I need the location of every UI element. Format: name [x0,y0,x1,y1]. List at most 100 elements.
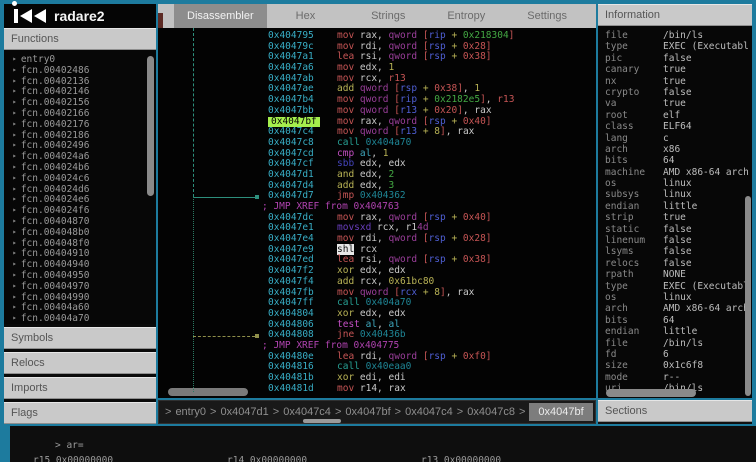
info-row: size 0x1c6f8 [605,360,704,372]
jump-line-vertical-lower [193,196,194,392]
function-bullet-icon: ‣ [12,173,17,183]
breadcrumb-item[interactable]: 0x4047bf [345,406,390,418]
breadcrumb-item[interactable]: 0x4047d1 [220,406,268,418]
sections-panel: Sections [598,400,752,424]
info-scrollbar-v-thumb[interactable] [745,196,751,396]
information-panel-header[interactable]: Information [598,4,752,26]
tab-disassembler[interactable]: Disassembler [174,4,267,28]
disassembly-panel: 0x404795 mov rax, qword [rip + 0x218304] 0… [158,28,596,398]
jump-arrowhead-solid [255,194,259,199]
breadcrumb-separator: > [518,406,526,418]
console-prompt: > ar= [55,440,84,451]
left-sidebar: radare2 Functions ‣ entry0 ‣ fcn.00402486 ‣ f… [4,1,156,424]
info-row: nx true [605,75,686,87]
functions-panel-header[interactable]: Functions [4,28,156,50]
breadcrumb-item[interactable]: 0x4047c4 [405,406,453,418]
tabbar-edge-strip [158,13,163,28]
radare2-logo-icon [12,1,46,23]
info-row: strip true [605,212,686,224]
function-bullet-icon: ‣ [12,162,17,172]
disasm-address[interactable]: 0x404804 [268,308,314,320]
disasm-address[interactable]: 0x4047c8 [268,137,314,149]
info-scrollbar-h-thumb[interactable] [606,389,696,397]
function-bullet-icon: ‣ [12,55,17,64]
jump-line-horizontal-dashed [193,335,255,337]
function-bullet-icon: ‣ [12,130,17,140]
info-row: lang c [605,132,669,144]
function-bullet-icon: ‣ [12,281,17,291]
function-bullet-icon: ‣ [12,206,17,216]
info-row: type EXEC (Executabl [605,41,749,53]
info-row: os linux [605,178,692,190]
breadcrumb-hscrollbar-thumb[interactable] [303,419,341,423]
function-bullet-icon: ‣ [12,76,17,86]
info-row: endian little [605,200,698,212]
function-bullet-icon: ‣ [12,65,17,75]
function-bullet-icon: ‣ [12,249,17,259]
breadcrumb-separator: > [210,406,217,418]
function-bullet-icon: ‣ [12,303,17,313]
console[interactable]: > ar= r15 0x00000000 r14 0x00000000 r13 0x… [10,426,756,462]
tab-entropy[interactable]: Entropy [434,4,498,28]
info-row: lsyms false [605,246,692,258]
breadcrumb-item[interactable]: 0x4047c8 [467,406,515,418]
info-row: class ELF64 [605,121,692,133]
info-row: machine AMD x86-64 arch [605,166,749,178]
disassembly-listing: 0x404795 mov rax, qword [rip + 0x218304] 0… [158,30,596,395]
info-row: rpath NONE [605,269,686,281]
disasm-address[interactable]: 0x4047f4 [268,276,314,288]
main-panel: Disassembler Hex Dump Strings Entropy Settin… [158,4,596,398]
tab-hex-dump[interactable]: Hex Dump [283,4,342,46]
flags-panel-header[interactable]: Flags [4,402,156,424]
register-value: r14 0x00000000 [227,455,308,462]
functions-scrollbar-thumb[interactable] [147,56,154,196]
relocs-panel-header[interactable]: Relocs [4,352,156,374]
info-row: static false [605,223,692,235]
function-bullet-icon: ‣ [12,119,17,129]
register-value: r15 0x00000000 [33,455,114,462]
register-value: r13 0x00000000 [421,455,502,462]
symbols-panel-header[interactable]: Symbols [4,327,156,349]
breadcrumb-separator: > [165,406,172,418]
info-row: fd 6 [605,348,669,360]
function-bullet-icon: ‣ [12,141,17,151]
breadcrumb-active-item[interactable]: 0x4047bf [529,403,593,421]
breadcrumb-item[interactable]: 0x4047c4 [283,406,331,418]
tab-bar: Disassembler Hex Dump Strings Entropy Settin… [158,4,596,46]
function-bullet-icon: ‣ [12,184,17,194]
info-row: arch x86 [605,143,681,155]
function-bullet-icon: ‣ [12,87,17,97]
function-bullet-icon: ‣ [12,260,17,270]
tab-settings[interactable]: Settings [514,4,580,28]
info-row: relocs false [605,257,692,269]
info-row: os linux [605,291,692,303]
info-row: bits 64 [605,314,675,326]
function-bullet-icon: ‣ [12,270,17,280]
info-row: root elf [605,109,681,121]
functions-list: ‣ entry0 ‣ fcn.00402486 ‣ fcn.00402136 ‣ fcn.00… [4,50,156,324]
sections-panel-header[interactable]: Sections [598,400,752,422]
function-bullet-icon: ‣ [12,292,17,302]
breadcrumb-separator: > [272,406,280,418]
info-row: subsys linux [605,189,692,201]
function-bullet-icon: ‣ [12,238,17,248]
info-row: canary true [605,64,686,76]
function-bullet-icon: ‣ [12,152,17,162]
imports-panel-header[interactable]: Imports [4,377,156,399]
tab-strings[interactable]: Strings [358,4,418,28]
function-bullet-icon: ‣ [12,98,17,108]
info-panel: Information file/bin/ls type EXEC (Executa… [598,4,752,398]
breadcrumb-item[interactable]: entry0 [175,406,206,418]
info-row: file/bin/ls [605,30,704,41]
info-row: crypto false [605,86,692,98]
info-row: mode r-- [605,371,681,383]
app-title: radare2 [54,8,105,24]
disasm-hscrollbar-thumb[interactable] [168,388,248,396]
info-row: type EXEC (Executabl [605,280,749,292]
function-item[interactable]: ‣ fcn.00404a70 [4,313,156,324]
disasm-address[interactable]: 0x40481d [268,383,314,395]
console-registers: r15 0x00000000 r14 0x00000000 r13 0x000000… [33,455,615,462]
info-row: arch AMD x86-64 arch [605,303,749,315]
disasm-address[interactable]: 0x4047bb [268,105,314,117]
breadcrumb: > entry0 >0x4047d1 >0x4047c4 >0x4047bf >0x404… [158,400,596,424]
